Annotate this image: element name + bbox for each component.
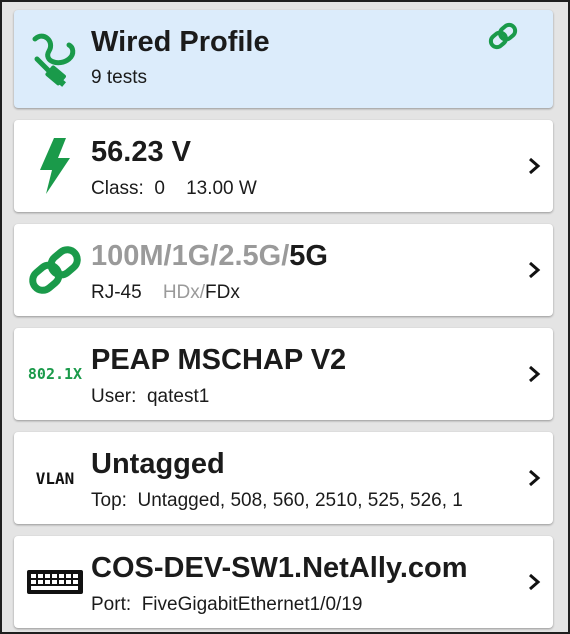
link-speed-active: 5G bbox=[289, 240, 328, 272]
vlan-title: Untagged bbox=[91, 448, 225, 480]
chevron-right-icon bbox=[529, 157, 541, 175]
switch-port-line: Port: FiveGigabitEthernet1/0/19 bbox=[91, 594, 362, 616]
link-icon bbox=[487, 22, 519, 55]
poe-class-value: 0 bbox=[154, 178, 165, 199]
vlan-card[interactable]: VLAN Untagged Top: Untagged, 508, 560, 2… bbox=[14, 432, 553, 524]
chevron-right-icon bbox=[529, 261, 541, 279]
ethernet-cable-icon bbox=[24, 10, 86, 108]
switch-name: COS-DEV-SW1.NetAlly.com bbox=[91, 552, 468, 584]
lightning-bolt-icon bbox=[24, 120, 86, 212]
switch-port-label: Port: bbox=[91, 594, 132, 615]
vlan-badge: VLAN bbox=[24, 432, 86, 524]
app-frame: Wired Profile 9 tests 56.23 V Class: 0 1… bbox=[0, 0, 570, 634]
profile-title: Wired Profile bbox=[91, 26, 270, 58]
vlan-top-line: Top: Untagged, 508, 560, 2510, 525, 526,… bbox=[91, 490, 463, 512]
link-speeds: 100M/1G/2.5G/5G bbox=[91, 240, 328, 273]
poe-card[interactable]: 56.23 V Class: 0 13.00 W bbox=[14, 120, 553, 212]
auth-card[interactable]: 802.1X PEAP MSCHAP V2 User: qatest1 bbox=[14, 328, 553, 420]
auth-user-value: qatest1 bbox=[146, 386, 210, 407]
chevron-right-icon bbox=[529, 365, 541, 383]
link-chain-icon bbox=[24, 224, 86, 316]
poe-class-label: Class: bbox=[91, 178, 144, 199]
switch-card[interactable]: COS-DEV-SW1.NetAlly.com Port: FiveGigabi… bbox=[14, 536, 553, 628]
vlan-icon: VLAN bbox=[35, 468, 75, 488]
profile-subtitle: 9 tests bbox=[91, 67, 147, 88]
poe-class-line: Class: 0 13.00 W bbox=[91, 178, 257, 200]
link-port-type: RJ-45 bbox=[91, 282, 142, 303]
auth-method: PEAP MSCHAP V2 bbox=[91, 344, 347, 376]
link-card[interactable]: 100M/1G/2.5G/5G RJ-45 HDx/FDx bbox=[14, 224, 553, 316]
vlan-top-value: Untagged, 508, 560, 2510, 525, 526, 1 bbox=[137, 490, 463, 511]
switch-icon bbox=[24, 536, 86, 628]
poe-power: 13.00 W bbox=[186, 178, 257, 199]
vlan-top-label: Top: bbox=[91, 490, 127, 511]
link-port-line: RJ-45 HDx/FDx bbox=[91, 282, 240, 304]
auth-user-label: User: bbox=[91, 386, 137, 407]
switch-port-value: FiveGigabitEthernet1/0/19 bbox=[141, 594, 363, 615]
auth-badge: 802.1X bbox=[24, 328, 86, 420]
link-duplex-active: FDx bbox=[205, 282, 240, 303]
link-speeds-inactive: 100M/1G/2.5G/ bbox=[91, 240, 290, 272]
link-duplex-inactive: HDx/ bbox=[162, 282, 206, 303]
chevron-right-icon bbox=[529, 469, 541, 487]
auth-user-line: User: qatest1 bbox=[91, 386, 209, 408]
poe-voltage: 56.23 V bbox=[91, 136, 191, 168]
wired-profile-card[interactable]: Wired Profile 9 tests bbox=[14, 10, 553, 108]
dot1x-icon: 802.1X bbox=[27, 365, 83, 383]
chevron-right-icon bbox=[529, 573, 541, 591]
